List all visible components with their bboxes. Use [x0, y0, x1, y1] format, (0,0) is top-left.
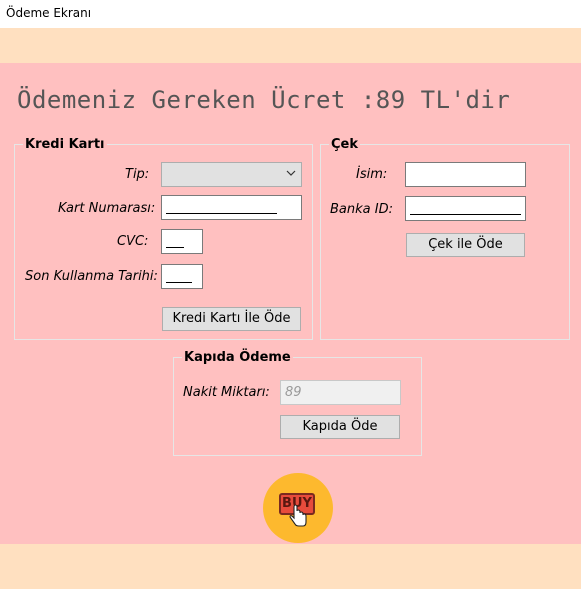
pay-with-credit-card-button[interactable]: Kredi Kartı İle Öde — [162, 307, 301, 331]
window-title: Ödeme Ekranı — [6, 6, 92, 20]
buy-cursor-icon — [289, 505, 307, 527]
cash-amount-input[interactable]: 89 — [280, 380, 401, 405]
pay-on-delivery-button[interactable]: Kapıda Öde — [280, 415, 400, 439]
check-name-label: İsim: — [356, 167, 388, 182]
check-group-title: Çek — [329, 137, 361, 153]
credit-card-group-title: Kredi Kartı — [23, 137, 107, 153]
payment-amount-heading: Ödemeniz Gereken Ücret :89 TL'dir — [17, 86, 511, 114]
cash-on-delivery-group-title: Kapıda Ödeme — [182, 350, 293, 366]
bank-id-label: Banka ID: — [330, 202, 393, 217]
chevron-down-icon — [286, 167, 296, 181]
cvc-mask — [166, 247, 184, 248]
card-number-mask — [166, 213, 277, 214]
bottom-band — [0, 544, 581, 589]
cvc-label: CVC: — [117, 234, 149, 249]
pay-with-check-button[interactable]: Çek ile Öde — [406, 233, 525, 257]
card-number-label: Kart Numarası: — [58, 201, 156, 216]
bank-id-input[interactable] — [405, 196, 526, 221]
card-type-label: Tip: — [125, 167, 150, 182]
expiry-date-mask — [166, 282, 192, 283]
window-titlebar: Ödeme Ekranı — [0, 0, 581, 28]
bank-id-mask — [410, 214, 521, 215]
cash-on-delivery-group: Kapıda Ödeme — [173, 350, 422, 456]
card-number-input[interactable] — [161, 195, 302, 220]
top-band — [0, 28, 581, 63]
expiry-date-input[interactable] — [161, 264, 203, 289]
check-name-input[interactable] — [405, 162, 526, 187]
expiry-date-label: Son Kullanma Tarihi: — [25, 269, 158, 284]
cvc-input[interactable] — [161, 229, 203, 254]
card-type-select[interactable] — [161, 162, 302, 187]
buy-button[interactable]: BUY — [263, 473, 333, 543]
cash-amount-label: Nakit Miktarı: — [183, 385, 270, 400]
